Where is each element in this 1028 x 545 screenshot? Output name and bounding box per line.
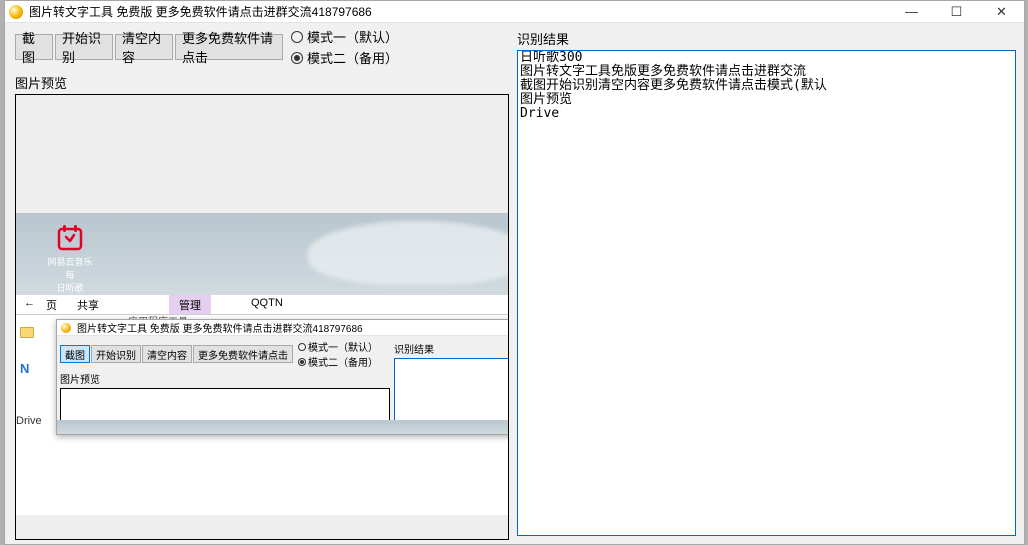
inner-clear-button: 清空内容 (142, 345, 192, 363)
tab-manage: 管理 (169, 295, 211, 314)
titlebar[interactable]: 图片转文字工具 免费版 更多免费软件请点击进群交流418797686 — ☐ ✕ (5, 1, 1024, 23)
inner-app-icon (61, 323, 71, 333)
app-icon (9, 5, 23, 19)
drive-letter-icon: N (20, 361, 29, 376)
mini-wallpaper (57, 420, 509, 434)
netease-music-shortcut: 网易云音乐每 日听歌300... (46, 223, 94, 304)
radio-icon (291, 31, 303, 43)
tab-share: 共享 (67, 295, 109, 314)
inner-right-panel: 识别结果 (390, 339, 509, 431)
results-textarea[interactable]: 日听歌300 图片转文字工具免版更多免费软件请点击进群交流 截图开始识别清空内容… (517, 50, 1016, 536)
mode1-radio[interactable]: 模式一（默认） (291, 27, 398, 46)
left-panel: 截图 开始识别 清空内容 更多免费软件请点击 模式一（默认） 模式二（备用） 图… (5, 23, 513, 544)
maximize-button[interactable]: ☐ (934, 1, 979, 23)
radio-icon (298, 343, 306, 351)
cloud-shape (308, 221, 508, 285)
tab-spacer (109, 295, 169, 314)
radio-icon (291, 52, 303, 64)
main-window: 图片转文字工具 免费版 更多免费软件请点击进群交流418797686 — ☐ ✕… (4, 0, 1025, 545)
inner-mode2-label: 模式二（备用） (308, 354, 378, 369)
clear-button[interactable]: 清空内容 (115, 34, 173, 60)
radio-dot-icon (300, 360, 304, 364)
inner-toolbar: 截图 开始识别 清空内容 更多免费软件请点击 模式一（默认） 模式二（备用） (60, 339, 390, 369)
window-title: 图片转文字工具 免费版 更多免费软件请点击进群交流418797686 (29, 3, 372, 20)
results-label: 识别结果 (517, 29, 1016, 48)
mode1-label: 模式一（默认） (307, 27, 398, 46)
inner-mode1-radio: 模式一（默认） (298, 339, 378, 354)
inner-mode1-label: 模式一（默认） (308, 339, 378, 354)
right-panel: 识别结果 日听歌300 图片转文字工具免版更多免费软件请点击进群交流 截图开始识… (513, 23, 1024, 544)
shortcut-label-1: 网易云音乐每 (46, 255, 94, 281)
inner-mode2-radio: 模式二（备用） (298, 354, 378, 369)
folder-icon (20, 327, 34, 338)
image-preview[interactable]: 网易云音乐每 日听歌300... ← 页 共享 管理 QQTN 应用程序 (15, 94, 509, 540)
tab-page: 页 (36, 295, 67, 314)
inner-window-title: 图片转文字工具 免费版 更多免费软件请点击进群交流418797686 (77, 320, 363, 335)
radio-icon (298, 358, 306, 366)
tab-spacer2 (211, 295, 241, 314)
window-body: 截图 开始识别 清空内容 更多免费软件请点击 模式一（默认） 模式二（备用） 图… (5, 23, 1024, 544)
screenshot-button[interactable]: 截图 (15, 34, 53, 60)
nav-area (16, 295, 36, 314)
inner-titlebar: 图片转文字工具 免费版 更多免费软件请点击进群交流418797686 (57, 320, 509, 336)
inner-screenshot-button: 截图 (60, 345, 90, 363)
preview-label: 图片预览 (15, 73, 509, 92)
tab-qqtn: QQTN (241, 295, 293, 314)
inner-app-window: 图片转文字工具 免费版 更多免费软件请点击进群交流418797686 截图 开始… (56, 319, 509, 435)
inner-body: 截图 开始识别 清空内容 更多免费软件请点击 模式一（默认） 模式二（备用） (57, 336, 509, 434)
mode2-label: 模式二（备用） (307, 48, 398, 67)
inner-results-label: 识别结果 (394, 341, 509, 356)
inner-mode-group: 模式一（默认） 模式二（备用） (298, 339, 378, 369)
close-button[interactable]: ✕ (979, 1, 1024, 23)
inner-preview-box (60, 388, 390, 431)
start-ocr-button[interactable]: 开始识别 (55, 34, 113, 60)
inner-left-panel: 截图 开始识别 清空内容 更多免费软件请点击 模式一（默认） 模式二（备用） (60, 339, 390, 431)
sidebar-drive-label: Drive (16, 415, 42, 427)
mode-group: 模式一（默认） 模式二（备用） (291, 27, 398, 67)
screenshot-content: 网易云音乐每 日听歌300... ← 页 共享 管理 QQTN 应用程序 (16, 95, 508, 539)
mode2-radio[interactable]: 模式二（备用） (291, 48, 398, 67)
window-controls: — ☐ ✕ (889, 1, 1024, 23)
more-software-button[interactable]: 更多免费软件请点击 (175, 34, 283, 60)
inner-start-ocr-button: 开始识别 (91, 345, 141, 363)
calendar-music-icon (55, 223, 85, 253)
inner-preview-label: 图片预览 (60, 371, 390, 386)
explorer-ribbon-tabs: 页 共享 管理 QQTN (16, 295, 508, 315)
toolbar: 截图 开始识别 清空内容 更多免费软件请点击 模式一（默认） 模式二（备用） (15, 27, 509, 67)
minimize-button[interactable]: — (889, 1, 934, 23)
radio-dot-icon (294, 55, 300, 61)
inner-more-button: 更多免费软件请点击 (193, 345, 293, 363)
